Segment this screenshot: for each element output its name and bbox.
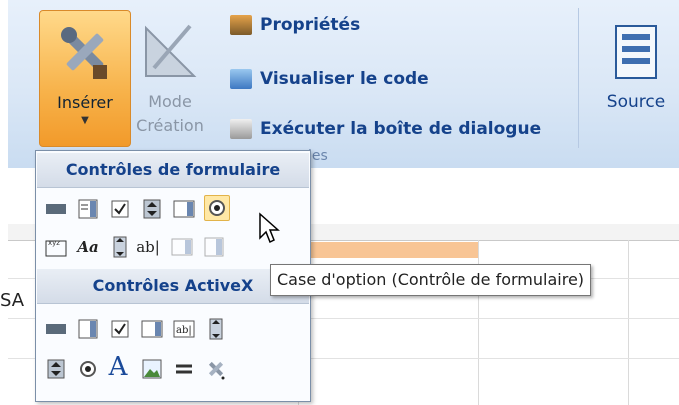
grid-line — [628, 240, 629, 405]
activex-combo-box-icon[interactable] — [76, 317, 100, 341]
activex-image-icon[interactable] — [140, 357, 164, 381]
run-dialog-label: Exécuter la boîte de dialogue — [260, 119, 542, 139]
activex-scroll-bar-icon[interactable] — [204, 317, 228, 341]
form-controls-heading: Contrôles de formulaire — [37, 153, 309, 188]
activex-list-box-icon[interactable] — [140, 317, 164, 341]
activex-text-box-icon[interactable]: ab| — [172, 317, 196, 341]
properties-label: Propriétés — [260, 15, 361, 35]
group-separator — [578, 8, 579, 148]
selected-cells — [308, 242, 478, 258]
activex-checkbox-icon[interactable] — [108, 317, 132, 341]
form-spin-button-icon[interactable] — [140, 197, 164, 221]
source-button[interactable]: Source — [596, 20, 676, 130]
form-option-button-icon[interactable] — [204, 195, 230, 221]
svg-text:ab|: ab| — [176, 325, 192, 336]
source-icon — [615, 25, 657, 79]
form-label-icon[interactable]: Aa — [76, 235, 100, 259]
activex-label-icon[interactable]: A — [106, 352, 130, 382]
form-group-box-icon[interactable]: xyz — [44, 235, 68, 259]
mouse-cursor-icon — [259, 212, 280, 244]
form-text-field-icon: ab| — [136, 238, 160, 256]
view-code-icon — [230, 69, 252, 89]
form-combo-dropdown-icon — [202, 235, 226, 259]
properties-button[interactable]: Propriétés — [230, 12, 360, 38]
form-list-box-icon[interactable] — [172, 197, 196, 221]
activex-button-icon[interactable] — [44, 317, 68, 341]
run-dialog-button[interactable]: Exécuter la boîte de dialogue — [230, 116, 541, 142]
form-button-icon[interactable] — [44, 197, 68, 221]
form-checkbox-icon[interactable] — [108, 197, 132, 221]
source-label: Source — [606, 92, 666, 112]
run-dialog-icon — [230, 119, 252, 139]
svg-text:xyz: xyz — [48, 239, 60, 247]
form-combo-list-icon — [170, 235, 194, 259]
activex-more-controls-icon[interactable] — [204, 357, 228, 381]
chevron-down-icon: ▼ — [81, 115, 89, 126]
activex-spin-button-icon[interactable] — [44, 357, 68, 381]
tools-icon — [61, 27, 107, 79]
ribbon: Insérer ▼ Mode Création Propriétés Visua… — [8, 0, 679, 169]
design-mode-button[interactable]: Mode Création — [130, 12, 210, 142]
design-ruler-icon — [145, 24, 197, 77]
view-code-label: Visualiser le code — [260, 69, 429, 89]
view-code-button[interactable]: Visualiser le code — [230, 66, 429, 92]
activex-controls-heading: Contrôles ActiveX — [37, 269, 309, 304]
insert-label: Insérer — [57, 93, 113, 112]
creation-label: Création — [136, 116, 204, 135]
activex-toggle-icon[interactable] — [172, 357, 196, 381]
activex-option-button-icon[interactable] — [76, 357, 100, 381]
properties-icon — [230, 15, 252, 35]
form-scroll-bar-icon[interactable] — [108, 235, 132, 259]
cell-text: SA — [0, 290, 25, 311]
form-combo-box-icon[interactable] — [76, 197, 100, 221]
mode-label: Mode — [148, 92, 192, 111]
insert-button[interactable]: Insérer ▼ — [39, 10, 131, 147]
tooltip: Case d'option (Contrôle de formulaire) — [270, 264, 592, 296]
